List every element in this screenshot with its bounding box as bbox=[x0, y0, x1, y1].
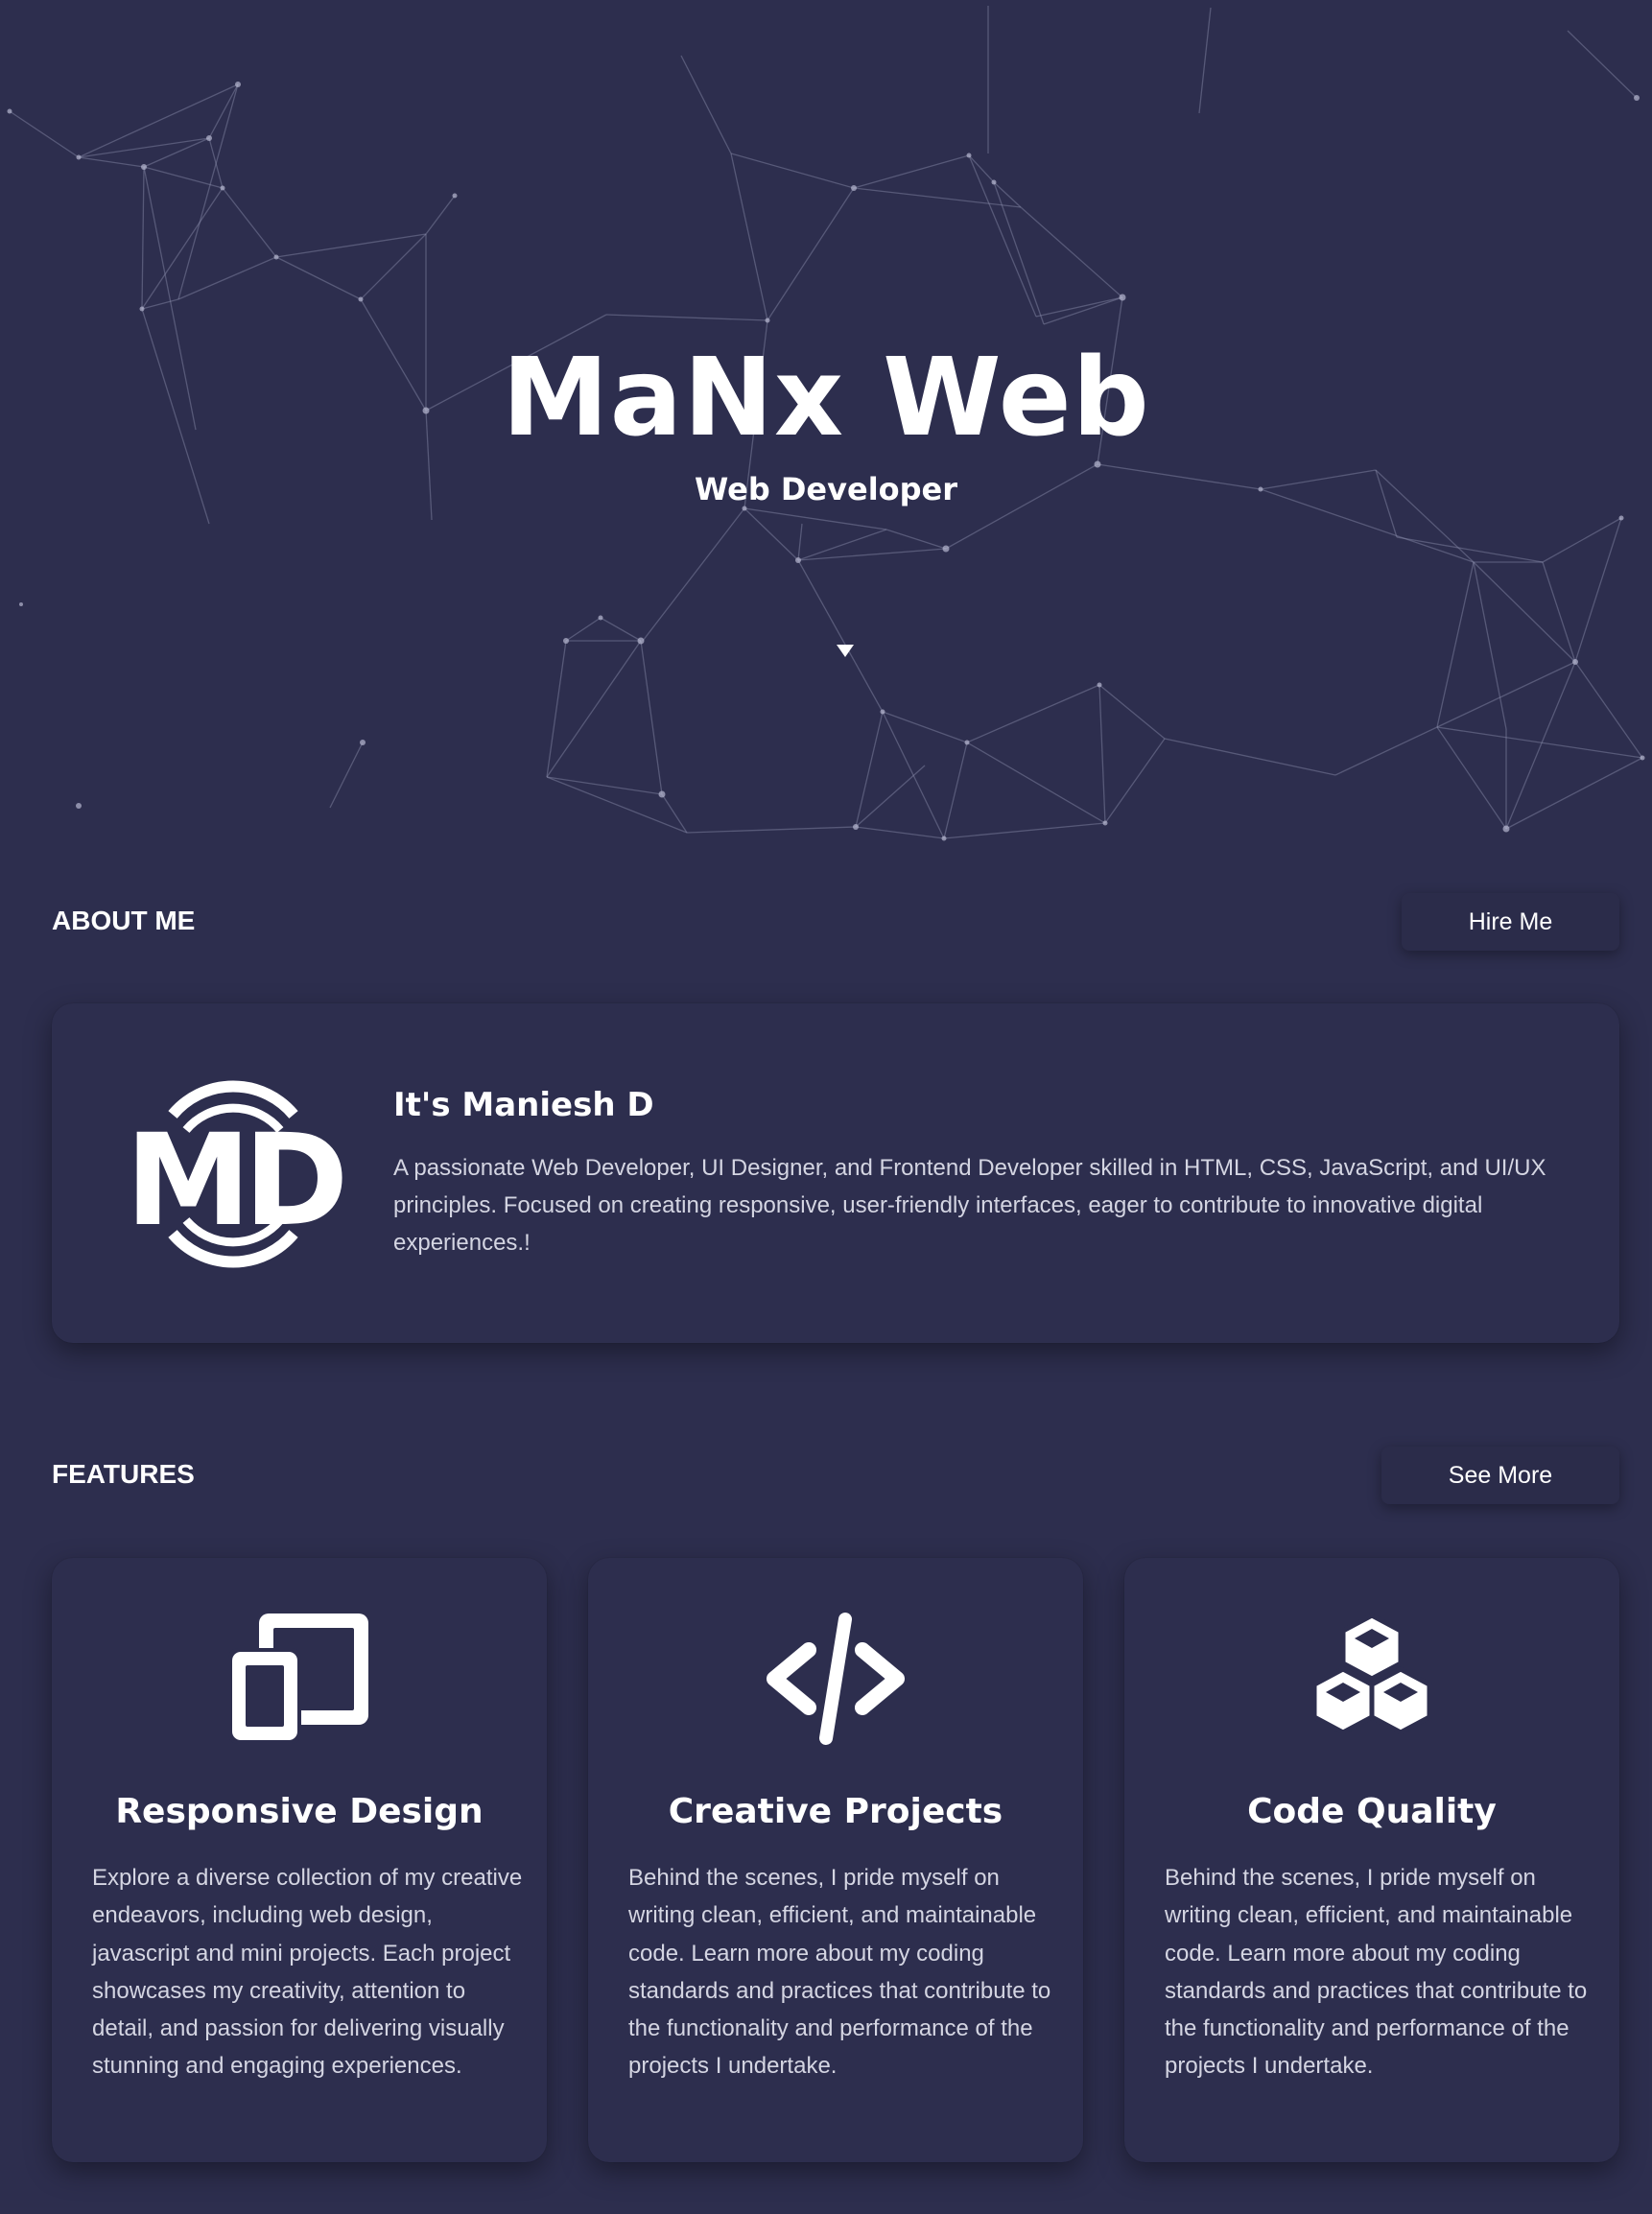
about-name: It's Maniesh D bbox=[393, 1086, 654, 1124]
feature-description: Behind the scenes, I pride myself on wri… bbox=[628, 1865, 1051, 2080]
hire-me-button[interactable]: Hire Me bbox=[1402, 893, 1619, 951]
page: MaNx Web Web Developer ABOUT ME Hire Me … bbox=[0, 0, 1652, 2214]
md-logo: MD bbox=[126, 1080, 350, 1268]
see-more-button[interactable]: See More bbox=[1381, 1447, 1619, 1504]
feature-card-creative-projects: Creative Projects Behind the scenes, I p… bbox=[588, 1558, 1083, 2162]
responsive-devices-icon bbox=[228, 1613, 368, 1744]
hero-section: MaNx Web Web Developer bbox=[0, 0, 1652, 854]
feature-description: Behind the scenes, I pride myself on wri… bbox=[1165, 1865, 1588, 2080]
hero-title: MaNx Web bbox=[502, 336, 1150, 460]
feature-title: Code Quality bbox=[1247, 1792, 1497, 1831]
svg-text:MD: MD bbox=[126, 1107, 342, 1255]
feature-card-code-quality: Code Quality Behind the scenes, I pride … bbox=[1124, 1558, 1619, 2162]
cubes-icon bbox=[1311, 1613, 1432, 1735]
scroll-down-arrow-icon[interactable] bbox=[837, 645, 854, 658]
feature-title: Creative Projects bbox=[668, 1792, 1003, 1831]
about-description: A passionate Web Developer, UI Designer,… bbox=[393, 1155, 1546, 1256]
about-card: MD It's Maniesh D A passionate Web Devel… bbox=[52, 1003, 1619, 1343]
feature-card-responsive-design: Responsive Design Explore a diverse coll… bbox=[52, 1558, 547, 2162]
features-heading: FEATURES bbox=[52, 1459, 195, 1489]
hero-subtitle: Web Developer bbox=[694, 471, 958, 507]
feature-title: Responsive Design bbox=[115, 1792, 484, 1831]
about-heading: ABOUT ME bbox=[52, 906, 196, 935]
feature-description: Explore a diverse collection of my creat… bbox=[92, 1865, 523, 2080]
code-icon bbox=[767, 1613, 905, 1745]
